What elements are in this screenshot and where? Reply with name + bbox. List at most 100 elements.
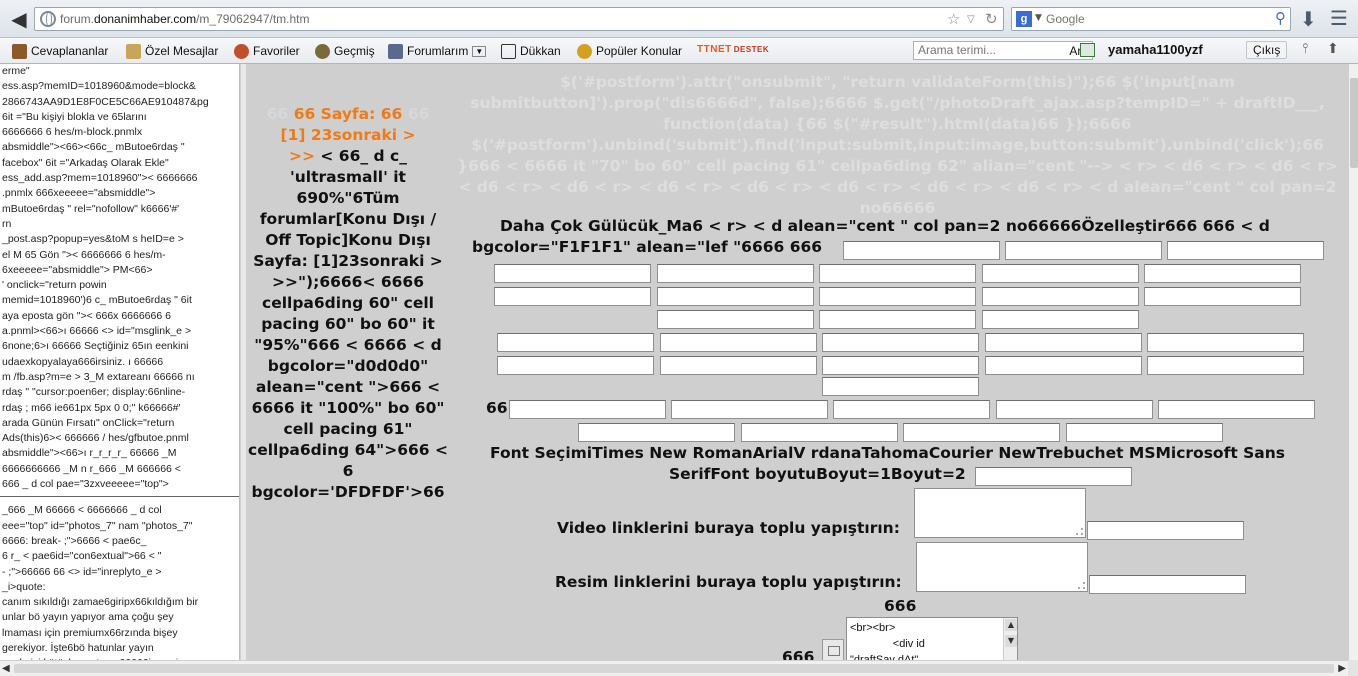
next-arrows-link[interactable]: >>: [289, 147, 315, 165]
ttnet-destek-logo[interactable]: TTNET DESTEK: [697, 44, 769, 58]
dropdown-arrow-icon[interactable]: ▽: [967, 14, 975, 25]
resize-grip-icon[interactable]: [1076, 528, 1083, 535]
code-line: ess.asp?memID=1018960&mode=block&: [2, 80, 196, 93]
scroll-left-icon[interactable]: ◀: [2, 663, 10, 674]
form-text-input[interactable]: [657, 310, 814, 329]
post-body-textarea[interactable]: <br><br> <div id "draftSav dAt" ▲ ▼: [846, 617, 1018, 660]
form-text-input[interactable]: [833, 400, 990, 419]
form-text-input[interactable]: [497, 333, 654, 352]
image-links-textarea[interactable]: [916, 542, 1088, 592]
horizontal-scroll-thumb[interactable]: [14, 664, 1334, 673]
form-text-input[interactable]: [494, 287, 651, 306]
form-text-input[interactable]: [1087, 521, 1244, 540]
forums-dropdown-icon[interactable]: ▼: [472, 45, 487, 57]
form-text-input[interactable]: [985, 333, 1142, 352]
scroll-up-icon[interactable]: ▲: [1005, 619, 1017, 631]
code-line: aya eposta gön ">< 666x 6666666 6: [2, 309, 171, 322]
toolbar-item-gecmis[interactable]: Geçmiş: [315, 42, 375, 60]
form-text-input[interactable]: [578, 423, 735, 442]
form-text-input[interactable]: [1144, 264, 1301, 283]
code-line: - ;">66666 66 <> id="inreplyto_e >: [2, 565, 162, 578]
textarea-scrollbar[interactable]: ▲ ▼: [1003, 618, 1017, 660]
toolbar-item-forumlarim[interactable]: Forumlarım ▼: [388, 42, 487, 60]
google-engine-icon[interactable]: g: [1016, 11, 1032, 27]
form-text-input[interactable]: [509, 400, 666, 419]
search-icon[interactable]: ⚲: [1275, 9, 1286, 27]
toolbar-item-ozel-mesajlar[interactable]: Özel Mesajlar: [126, 42, 218, 60]
bookmark-star-icon[interactable]: ☆: [947, 10, 960, 28]
form-text-input[interactable]: [1089, 575, 1246, 594]
video-links-textarea[interactable]: [914, 488, 1086, 538]
download-icon[interactable]: ⬇: [1300, 7, 1317, 31]
toolbar-item-populer-konular[interactable]: Popüler Konular: [577, 42, 682, 60]
monitor-icon[interactable]: [1080, 43, 1095, 57]
vertical-scroll-thumb[interactable]: [1350, 78, 1358, 168]
form-text-input[interactable]: [657, 264, 814, 283]
form-text-input[interactable]: [822, 356, 979, 375]
logout-button[interactable]: Çıkış: [1246, 41, 1288, 59]
form-text-input[interactable]: [1167, 241, 1324, 260]
form-text-input[interactable]: [741, 423, 898, 442]
form-text-input[interactable]: [985, 356, 1142, 375]
image-placeholder-icon[interactable]: [822, 639, 844, 660]
code-line: m /fb.asp?m=e > 3_M extareanı 66666 nı: [2, 370, 195, 383]
form-text-input[interactable]: [982, 287, 1139, 306]
pin-icon[interactable]: ⫯: [1302, 41, 1308, 57]
forum-search-input[interactable]: [918, 43, 1038, 57]
toolbar-item-favoriler[interactable]: Favoriler: [234, 42, 300, 60]
form-text-input[interactable]: [819, 310, 976, 329]
pagination-link[interactable]: [1] 23sonraki >: [281, 126, 416, 144]
scroll-top-icon[interactable]: ⬆: [1327, 41, 1339, 57]
code-line: _666 _M 66666 < 6666666 _ d col: [2, 504, 162, 517]
form-text-input[interactable]: [843, 241, 1000, 260]
code-line: lmaması için premiumx66rzında bişey: [2, 626, 178, 639]
form-text-input[interactable]: [1005, 241, 1162, 260]
web-search-input[interactable]: [1046, 10, 1266, 28]
form-text-input[interactable]: [982, 264, 1139, 283]
form-text-input[interactable]: [1144, 287, 1301, 306]
code-line: _i>quote:: [2, 580, 46, 593]
toolbar-label: Geçmiş: [334, 44, 375, 58]
form-text-input[interactable]: [660, 333, 817, 352]
web-search-box[interactable]: g ▼ ⚲: [1011, 7, 1291, 31]
code-line: gerekiyor. İşte6bö hatunlar yayın: [2, 641, 154, 654]
form-text-input[interactable]: [1147, 356, 1304, 375]
back-button[interactable]: ◀: [6, 6, 32, 32]
form-text-input[interactable]: [660, 356, 817, 375]
form-text-input[interactable]: [1147, 333, 1304, 352]
form-text-input[interactable]: [497, 356, 654, 375]
form-text-input[interactable]: [903, 423, 1060, 442]
form-text-input[interactable]: [822, 377, 979, 396]
engine-dropdown-icon[interactable]: ▼: [1035, 13, 1042, 23]
code-line: absmiddle"><66>ı r_r_r_r_ 66666 _M: [2, 447, 177, 460]
reload-icon[interactable]: ↻: [985, 10, 998, 28]
form-text-input[interactable]: [671, 400, 828, 419]
form-text-input[interactable]: [1066, 423, 1223, 442]
form-text-input[interactable]: [982, 310, 1139, 329]
form-text-input[interactable]: [1158, 400, 1315, 419]
form-text-input[interactable]: [819, 264, 976, 283]
url-domain: donanimhaber.com: [94, 12, 197, 26]
url-text[interactable]: forum.donanimhaber.com/m_79062947/tm.htm: [60, 12, 310, 26]
form-text-input[interactable]: [996, 400, 1153, 419]
username[interactable]: yamaha1100yzf: [1108, 42, 1203, 57]
code-line: facebox" 6it ="Arkadaş Olarak Ekle": [2, 156, 169, 169]
menu-icon[interactable]: ☰: [1330, 6, 1348, 30]
form-text-input[interactable]: [975, 467, 1132, 486]
form-text-input[interactable]: [822, 333, 979, 352]
resize-grip-icon[interactable]: [1078, 582, 1085, 589]
horizontal-scrollbar[interactable]: ◀ ▶: [0, 660, 1348, 676]
scroll-right-icon[interactable]: ▶: [1338, 663, 1346, 674]
toolbar-item-cevaplananlar[interactable]: Cevaplananlar: [12, 42, 108, 60]
code-line: .pnmlx 666xeeeee="absmiddle">: [2, 187, 156, 200]
address-bar[interactable]: forum.donanimhaber.com/m_79062947/tm.htm…: [34, 7, 1004, 31]
form-text-input[interactable]: [494, 264, 651, 283]
vertical-scrollbar[interactable]: [1348, 64, 1358, 660]
code-line: erme": [2, 65, 30, 77]
form-text-input[interactable]: [657, 287, 814, 306]
toolbar-item-dukkan[interactable]: Dükkan: [501, 42, 561, 60]
font-selection-line-2: SerifFont boyutuBoyut=1Boyut=2: [669, 465, 966, 483]
scroll-down-icon[interactable]: ▼: [1005, 635, 1017, 647]
form-text-input[interactable]: [819, 287, 976, 306]
ttnet-logo-sub: DESTEK: [733, 45, 770, 54]
